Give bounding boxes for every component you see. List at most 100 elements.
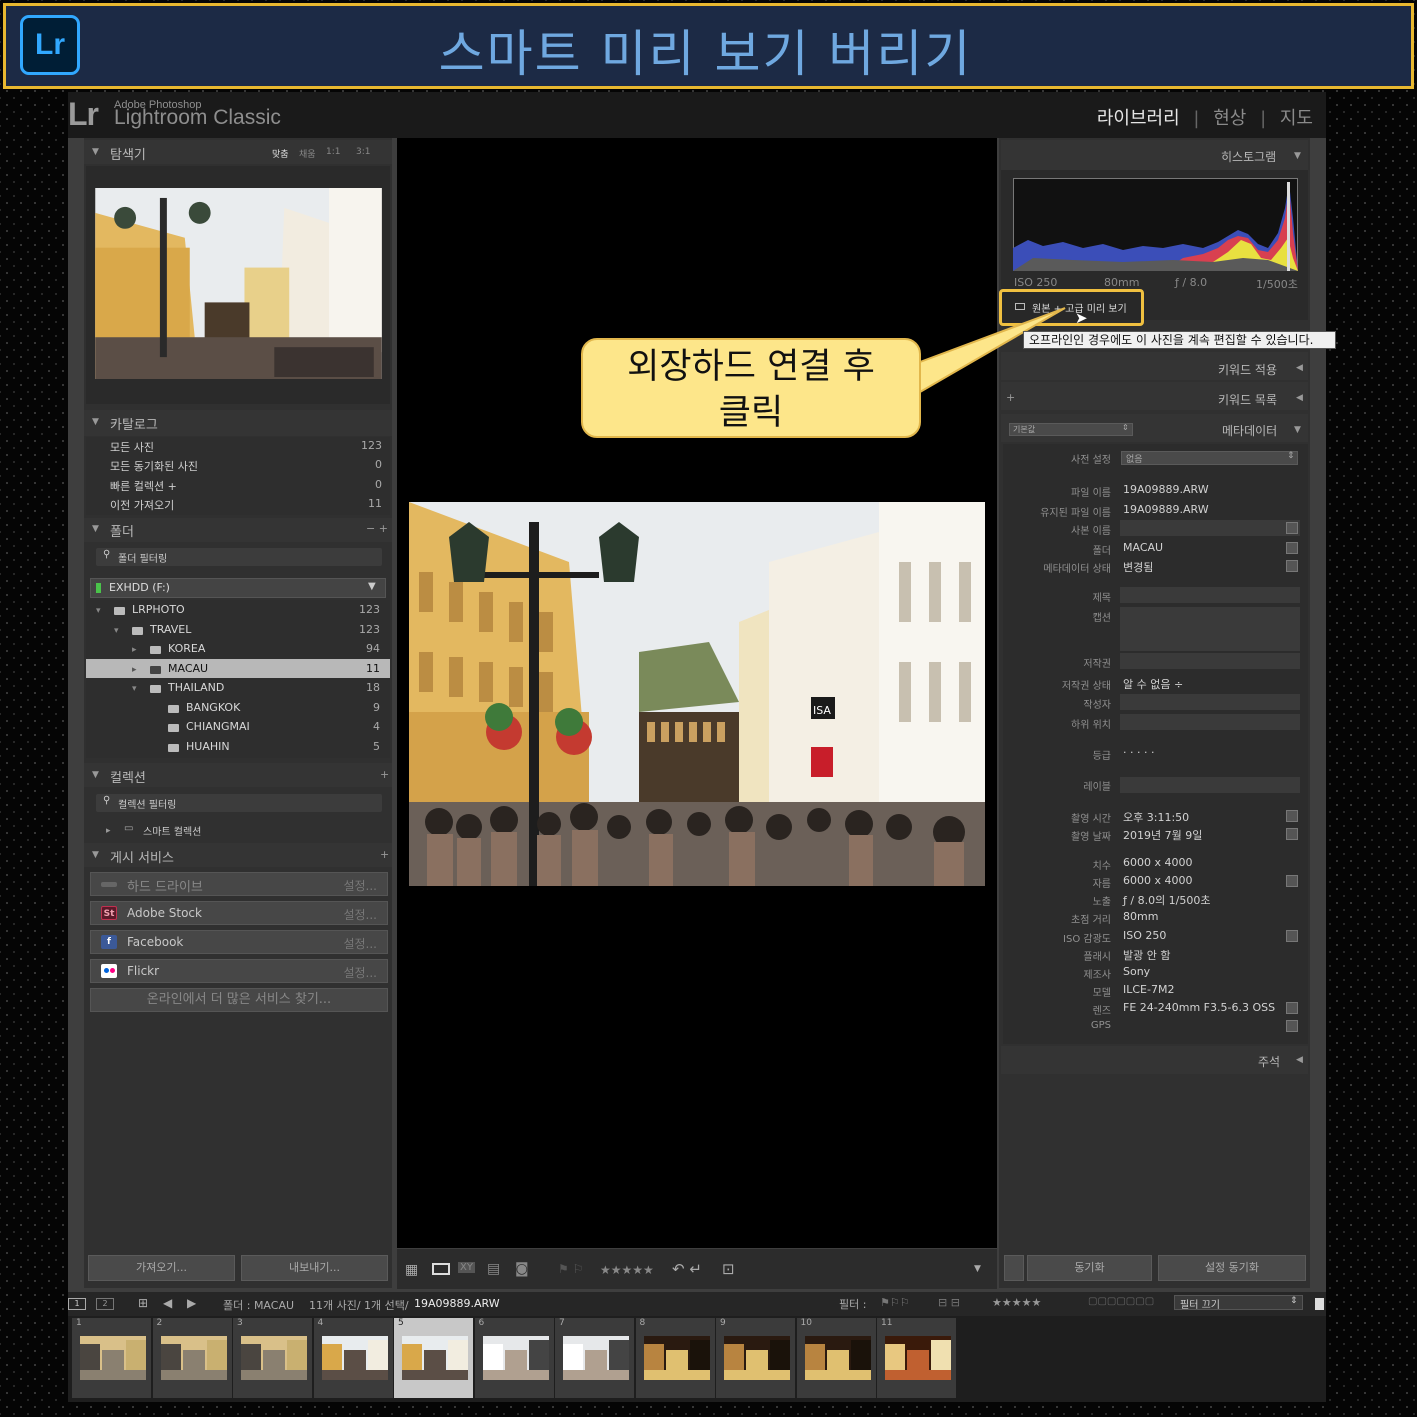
filter-lock-icon[interactable] bbox=[1315, 1298, 1324, 1310]
folder-label[interactable]: THAILAND bbox=[168, 681, 224, 694]
filmstrip-thumbnail[interactable]: 4 bbox=[313, 1318, 393, 1398]
collapse-triangle-icon[interactable]: ◀ bbox=[1296, 363, 1303, 373]
publish-adobe-stock[interactable]: St Adobe Stock 설정... bbox=[90, 901, 388, 925]
collections-add-button[interactable]: + bbox=[380, 768, 389, 781]
metadata-field-input[interactable] bbox=[1120, 653, 1300, 669]
sync-metadata-button[interactable]: 동기화 bbox=[1027, 1255, 1152, 1281]
collapse-triangle-icon[interactable]: ▼ bbox=[1294, 151, 1301, 161]
filmstrip-thumbnail[interactable]: 10 bbox=[796, 1318, 876, 1398]
folder-disclosure-icon[interactable]: ▾ bbox=[132, 684, 137, 694]
collapse-triangle-icon[interactable]: ◀ bbox=[1296, 393, 1303, 403]
collapse-triangle-icon[interactable]: ▼ bbox=[92, 850, 99, 860]
publish-hard-drive[interactable]: 하드 드라이브 설정... bbox=[90, 872, 388, 896]
folder-label[interactable]: BANGKOK bbox=[186, 701, 240, 714]
service-settings[interactable]: 설정... bbox=[343, 906, 377, 923]
filmstrip-thumbnail[interactable]: 1 bbox=[72, 1318, 151, 1398]
metadata-field-input[interactable] bbox=[1120, 607, 1300, 651]
metadata-preset-dropdown[interactable] bbox=[1121, 451, 1298, 465]
crop-overlay-icon[interactable]: ⊡ bbox=[722, 1260, 735, 1278]
metadata-rating-value[interactable]: · · · · · bbox=[1123, 746, 1154, 759]
survey-view-icon[interactable]: ▤ bbox=[487, 1261, 500, 1277]
catalog-item-all[interactable]: 모든 사진 bbox=[110, 439, 154, 455]
collapse-triangle-icon[interactable]: ▼ bbox=[92, 147, 99, 157]
filmstrip-thumbnail[interactable]: 2 bbox=[152, 1318, 232, 1398]
metadata-field-input[interactable] bbox=[1120, 714, 1300, 730]
main-window-button[interactable]: 1 bbox=[68, 1298, 86, 1310]
expand-triangle-icon[interactable]: ▸ bbox=[106, 826, 111, 836]
folder-label[interactable]: CHIANGMAI bbox=[186, 720, 250, 733]
forward-arrow-icon[interactable]: ▶ bbox=[187, 1296, 196, 1310]
service-settings[interactable]: 설정... bbox=[343, 964, 377, 981]
filmstrip-thumbnail[interactable]: 6 bbox=[474, 1318, 554, 1398]
metadata-value[interactable]: 19A09889.ARW bbox=[1123, 483, 1209, 496]
histogram-graph[interactable] bbox=[1013, 178, 1298, 271]
folder-disclosure-icon[interactable]: ▾ bbox=[96, 606, 101, 616]
catalog-item-previous-import[interactable]: 이전 가져오기 bbox=[110, 497, 174, 513]
filmstrip-thumbnail[interactable]: 11 bbox=[877, 1318, 956, 1398]
filter-rating-stars[interactable]: ★★★★★ bbox=[992, 1296, 1041, 1309]
collapse-triangle-icon[interactable]: ▼ bbox=[92, 417, 99, 427]
service-settings[interactable]: 설정... bbox=[343, 935, 377, 952]
find-more-services-button[interactable]: 온라인에서 더 많은 서비스 찾기... bbox=[90, 988, 388, 1012]
selected-filename[interactable]: 19A09889.ARW bbox=[414, 1297, 500, 1310]
second-window-button[interactable]: 2 bbox=[96, 1298, 114, 1310]
publish-flickr[interactable]: Flickr 설정... bbox=[90, 959, 388, 983]
metadata-field-input[interactable] bbox=[1120, 587, 1300, 603]
metadata-action-button[interactable] bbox=[1286, 1020, 1298, 1032]
filmstrip-thumbnail[interactable]: 8 bbox=[635, 1318, 715, 1398]
folder-label[interactable]: KOREA bbox=[168, 642, 205, 655]
metadata-action-button[interactable] bbox=[1286, 828, 1298, 840]
collapse-triangle-icon[interactable]: ▼ bbox=[92, 770, 99, 780]
catalog-item-quick[interactable]: 빠른 컬렉션 + bbox=[110, 478, 177, 494]
folder-disclosure-icon[interactable]: ▸ bbox=[132, 665, 137, 675]
filmstrip-thumbnail[interactable]: 5 bbox=[394, 1318, 473, 1398]
folder-label[interactable]: TRAVEL bbox=[150, 623, 191, 636]
edit-filter-icon[interactable]: ⊟ ⊟ bbox=[938, 1296, 960, 1309]
metadata-action-button[interactable] bbox=[1286, 542, 1298, 554]
module-map[interactable]: 지도 bbox=[1280, 108, 1313, 129]
main-photo[interactable]: ISA bbox=[409, 502, 985, 886]
toolbar-menu-chevron-icon[interactable]: ▼ bbox=[974, 1264, 981, 1274]
metadata-field-input[interactable] bbox=[1120, 520, 1300, 536]
collapse-triangle-icon[interactable]: ▼ bbox=[92, 524, 99, 534]
flag-filter-icon[interactable]: ⚑⚐⚐ bbox=[880, 1296, 910, 1309]
rating-stars[interactable]: ★★★★★ bbox=[600, 1263, 654, 1277]
metadata-action-button[interactable] bbox=[1286, 522, 1298, 534]
grid-view-icon[interactable]: ▦ bbox=[405, 1262, 418, 1278]
sync-toggle-switch[interactable] bbox=[1004, 1255, 1024, 1281]
rotate-icon[interactable]: ↶ ↵ bbox=[672, 1260, 702, 1278]
folder-disclosure-icon[interactable]: ▸ bbox=[132, 645, 137, 655]
import-button[interactable]: 가져오기... bbox=[88, 1255, 235, 1281]
folder-disclosure-icon[interactable]: ▾ bbox=[114, 626, 119, 636]
people-view-icon[interactable]: ◙ bbox=[515, 1261, 529, 1277]
folder-label[interactable]: LRPHOTO bbox=[132, 603, 185, 616]
collapse-triangle-icon[interactable]: ▼ bbox=[1294, 425, 1301, 435]
metadata-action-button[interactable] bbox=[1286, 560, 1298, 572]
metadata-field-input[interactable] bbox=[1120, 694, 1300, 710]
loupe-view-icon[interactable] bbox=[432, 1263, 450, 1275]
folder-label[interactable]: HUAHIN bbox=[186, 740, 230, 753]
publish-add-button[interactable]: + bbox=[380, 848, 389, 861]
zoom-3-1[interactable]: 3:1 bbox=[356, 147, 370, 157]
smart-collections-item[interactable]: 스마트 컬렉션 bbox=[143, 823, 201, 838]
sync-settings-button[interactable]: 설정 동기화 bbox=[1158, 1255, 1306, 1281]
grid-icon[interactable]: ⊞ bbox=[138, 1296, 148, 1310]
flag-icon[interactable]: ⚑ ⚐ bbox=[558, 1262, 583, 1276]
export-button[interactable]: 내보내기... bbox=[241, 1255, 388, 1281]
metadata-action-button[interactable] bbox=[1286, 1002, 1298, 1014]
metadata-action-button[interactable] bbox=[1286, 930, 1298, 942]
color-label-filter-icon[interactable]: ▢▢▢▢▢▢▢ bbox=[1088, 1296, 1154, 1307]
folders-add-remove[interactable]: − + bbox=[366, 522, 388, 535]
publish-facebook[interactable]: f Facebook 설정... bbox=[90, 930, 388, 954]
zoom-1-1[interactable]: 1:1 bbox=[326, 147, 340, 157]
zoom-fit[interactable]: 맞춤 bbox=[272, 147, 289, 160]
compare-view-icon[interactable]: XY bbox=[458, 1262, 475, 1273]
folder-label[interactable]: MACAU bbox=[168, 662, 208, 675]
filmstrip-thumbnail[interactable]: 7 bbox=[555, 1318, 634, 1398]
back-arrow-icon[interactable]: ◀ bbox=[163, 1296, 172, 1310]
navigator-thumbnail[interactable] bbox=[95, 188, 382, 379]
metadata-label-input[interactable] bbox=[1120, 777, 1300, 793]
source-path[interactable]: 폴더 : MACAU bbox=[223, 1297, 294, 1313]
module-develop[interactable]: 현상 bbox=[1213, 108, 1246, 129]
filmstrip-thumbnail[interactable]: 3 bbox=[233, 1318, 312, 1398]
